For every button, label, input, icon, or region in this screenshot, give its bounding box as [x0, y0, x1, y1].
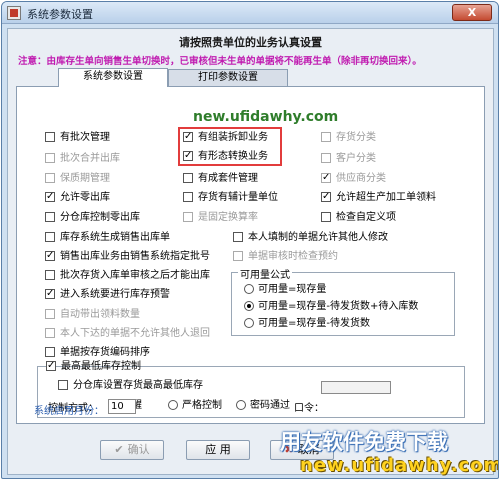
checkbox-box	[45, 287, 55, 300]
system-parameter-window: 系统参数设置 X 请按照贵单位的业务认真设置 注意：由库存生单向销售生单切换时，…	[1, 1, 499, 479]
checkbox-box	[233, 232, 243, 242]
checkbox-box	[45, 153, 55, 163]
check-icon: ✔	[114, 443, 124, 456]
checkbox-box	[45, 309, 55, 319]
checkbox-box	[46, 359, 56, 372]
checkbox-box	[183, 149, 193, 162]
app-icon	[7, 6, 21, 20]
radio-dot	[244, 318, 254, 328]
password-input[interactable]	[321, 381, 391, 394]
checkbox-box	[183, 173, 193, 183]
tab-system-params[interactable]: 系统参数设置	[58, 68, 168, 87]
window-title: 系统参数设置	[27, 8, 93, 21]
checkbox-box	[45, 190, 55, 203]
checkbox-box	[183, 192, 193, 202]
title-bar[interactable]: 系统参数设置 X	[2, 2, 498, 24]
available-qty-group: 可用量公式 可用量=现存量 可用量=现存量-待发货数+待入库数 可用量=现存量-…	[231, 266, 455, 336]
watermark-url: new.ufidawhy.com	[193, 109, 339, 125]
radio-dot	[244, 301, 254, 311]
brand-watermark-cn: 用友软件免费下载	[280, 430, 448, 454]
checkbox-box	[233, 251, 243, 261]
apply-button[interactable]: 应 用	[186, 440, 250, 460]
checkbox-box	[45, 232, 55, 242]
checkbox-box	[321, 212, 331, 222]
page-heading: 请按照贵单位的业务认真设置	[179, 36, 322, 49]
radio-dot	[244, 284, 254, 294]
dialog-body: 请按照贵单位的业务认真设置 注意：由库存生单向销售生单切换时，已审核但未生单的单…	[7, 28, 498, 476]
checkbox-box	[45, 132, 55, 142]
available-qty-title: 可用量公式	[238, 266, 292, 281]
password-label: 口令：	[294, 403, 324, 414]
brand-watermark-url: new.ufidawhy.com	[300, 455, 499, 476]
checkbox-box	[321, 190, 331, 203]
checkbox-box	[45, 212, 55, 222]
start-month-input[interactable]: 10	[108, 399, 136, 414]
checkbox-box	[321, 171, 331, 184]
radio-dot	[236, 400, 246, 410]
min-max-stock-checkbox[interactable]: 最高最低库存控制	[46, 359, 141, 373]
checkbox-box	[45, 347, 55, 357]
checkbox-box	[45, 328, 55, 338]
confirm-button[interactable]: ✔ 确认	[100, 440, 164, 460]
radio-dot	[168, 400, 178, 410]
checkbox-box	[183, 212, 193, 222]
system-params-panel: new.ufidawhy.com 有批次管理 批次合并出库 保质期管理 允许零出…	[16, 86, 485, 424]
close-button[interactable]: X	[452, 4, 492, 21]
checkbox-box	[183, 130, 193, 143]
checkbox-box	[58, 380, 68, 390]
start-month-label: 系统启用月份：	[34, 406, 104, 417]
notice-text: 注意：由库存生单向销售生单切换时，已审核但未生单的单据将不能再生单（除非再切换回…	[18, 56, 422, 67]
checkbox-box	[45, 270, 55, 280]
tab-print-params[interactable]: 打印参数设置	[168, 69, 288, 86]
checkbox-box	[45, 173, 55, 183]
checkbox-box	[321, 153, 331, 163]
checkbox-box	[321, 132, 331, 142]
checkbox-box	[45, 249, 55, 262]
